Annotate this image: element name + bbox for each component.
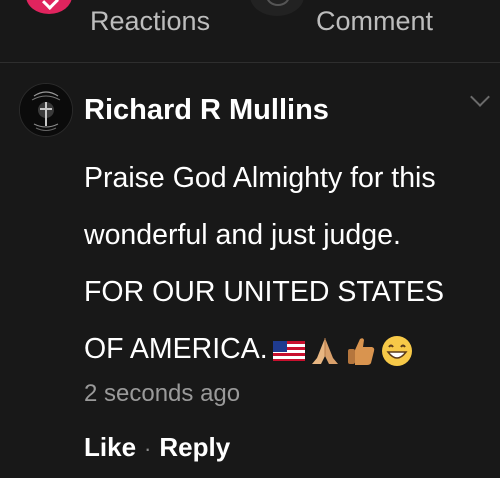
- comment-line-last: OF AMERICA.: [84, 321, 489, 379]
- heart-reaction-icon[interactable]: [26, 0, 72, 14]
- reply-button[interactable]: Reply: [159, 432, 230, 462]
- separator: ·: [144, 436, 152, 461]
- comment-timestamp: 2 seconds ago: [84, 380, 241, 407]
- comment-actions: Like · Reply: [84, 432, 230, 463]
- divider: [0, 62, 500, 63]
- comment-text: Praise God Almighty for this wonderful a…: [84, 150, 489, 379]
- comment-author[interactable]: Richard R Mullins: [84, 94, 329, 127]
- us-flag-icon: [272, 341, 305, 362]
- post-action-bar: Reactions Comment: [0, 0, 500, 60]
- comment-line: Praise God Almighty for this: [84, 162, 436, 194]
- comment-button[interactable]: Comment: [316, 6, 433, 37]
- avatar[interactable]: [19, 83, 73, 137]
- reactions-button[interactable]: Reactions: [90, 6, 210, 37]
- comment-line-text: OF AMERICA.: [84, 333, 268, 365]
- grinning-face-icon: [381, 336, 412, 367]
- comment-line: wonderful and just judge.: [84, 219, 401, 251]
- comment-line: FOR OUR UNITED STATES: [84, 276, 444, 308]
- folded-hands-icon: [311, 338, 338, 365]
- emoji-row: [272, 322, 416, 379]
- like-button[interactable]: Like: [84, 432, 136, 462]
- comment-icon[interactable]: [250, 0, 304, 16]
- thumbs-up-icon: [347, 338, 374, 366]
- chevron-down-icon[interactable]: [470, 87, 490, 107]
